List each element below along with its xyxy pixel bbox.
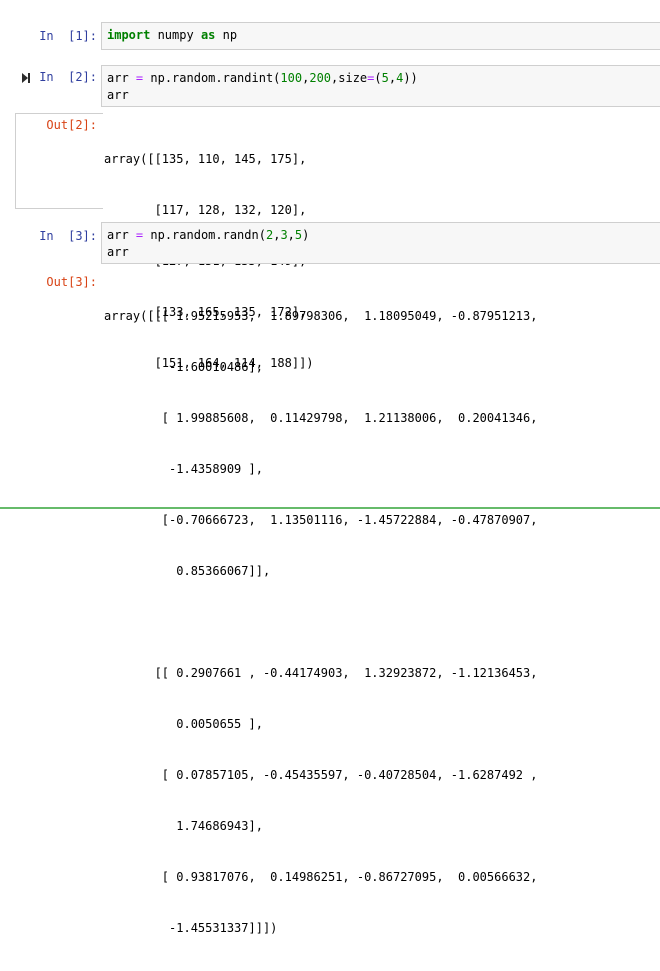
code-token: 100 (280, 71, 303, 85)
output-line: -1.45531337]]]) (104, 921, 278, 935)
code-token: ) (302, 228, 310, 242)
code-cell-1[interactable]: In [1]: import numpy as np (0, 22, 660, 50)
input-prompt-3: In [3]: (39, 229, 97, 243)
input-prompt-1: In [1]: (39, 29, 97, 43)
code-token: , (388, 71, 397, 85)
output-line: [ 1.99885608, 0.11429798, 1.21138006, 0.… (104, 411, 538, 425)
output-line: 0.0050655 ], (104, 717, 263, 731)
code-line: arr = np.random.randint(100,200,size=(5,… (107, 70, 660, 87)
output-prompt-2: Out[2]: (46, 118, 97, 132)
code-token: )) (403, 71, 418, 85)
code-token: , (287, 228, 295, 242)
output-text-3: array([[[ 1.95215953, 1.89798306, 1.1809… (104, 274, 537, 971)
output-line: [ 0.93817076, 0.14986251, -0.86727095, 0… (104, 870, 538, 884)
input-prompt-2: In [2]: (39, 70, 97, 84)
code-cell-3[interactable]: In [3]: arr = np.random.randn(2,3,5) arr… (0, 222, 660, 935)
code-input-2[interactable]: arr = np.random.randint(100,200,size=(5,… (101, 65, 660, 107)
output-line: -1.60010486], (104, 360, 263, 374)
output-line: [[ 0.2907661 , -0.44174903, 1.32923872, … (104, 666, 538, 680)
output-line: [ 0.07857105, -0.45435597, -0.40728504, … (104, 768, 538, 782)
output-line: 1.74686943], (104, 819, 263, 833)
code-input-3[interactable]: arr = np.random.randn(2,3,5) arr (101, 222, 660, 264)
code-token: arr (107, 228, 136, 242)
code-token: 5 (381, 71, 389, 85)
code-cell-2[interactable]: In [2]: arr = np.random.randint(100,200,… (0, 65, 660, 370)
code-token: np.random.randint( (143, 71, 281, 85)
code-line: import numpy as np (107, 27, 660, 44)
code-token: arr (107, 71, 136, 85)
code-line: arr = np.random.randn(2,3,5) (107, 227, 660, 244)
output-prompt-3: Out[3]: (46, 275, 97, 289)
code-input-1[interactable]: import numpy as np (101, 22, 660, 50)
code-line: arr (107, 244, 660, 261)
code-token: arr (107, 245, 129, 259)
code-token: as (200, 28, 216, 42)
output-line: 0.85366067]], (104, 564, 271, 578)
code-token: numpy (150, 28, 201, 42)
code-token: import (107, 28, 151, 42)
code-token: arr (107, 88, 129, 102)
code-token: np.random.randn( (143, 228, 266, 242)
output-line: [-0.70666723, 1.13501116, -1.45722884, -… (104, 513, 538, 527)
output-line: -1.4358909 ], (104, 462, 263, 476)
code-token: ,size (331, 71, 368, 85)
output-line: [117, 128, 132, 120], (104, 203, 307, 217)
code-token: np (215, 28, 238, 42)
code-token: 200 (309, 71, 332, 85)
code-token: 3 (280, 228, 288, 242)
code-token: ( (374, 71, 382, 85)
code-line: arr (107, 87, 660, 104)
output-line: array([[135, 110, 145, 175], (104, 152, 307, 166)
output-line: array([[[ 1.95215953, 1.89798306, 1.1809… (104, 309, 538, 323)
